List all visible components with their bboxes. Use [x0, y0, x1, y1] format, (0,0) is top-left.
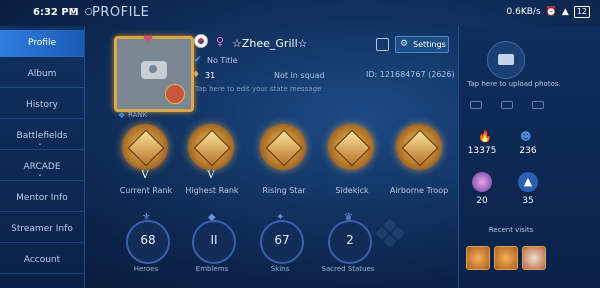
photo-slot[interactable] — [532, 101, 544, 109]
chevron-down-icon: ⌄ — [37, 139, 43, 147]
sidebar-item-album[interactable]: Album — [0, 61, 84, 88]
battery-icon: 12 — [573, 6, 590, 18]
rank-icon: ❖ — [118, 111, 126, 120]
sidebar-item-account[interactable]: Account — [0, 247, 84, 274]
sidebar-item-profile[interactable]: Profile — [0, 30, 84, 57]
gem-count: 31 — [205, 71, 216, 80]
airborne-troop-badge[interactable] — [390, 122, 450, 180]
flame-icon: 🔥 — [478, 130, 492, 143]
sacred-statues-stat[interactable]: 2 — [328, 220, 372, 264]
camera-icon — [141, 61, 167, 79]
highest-rank-badge[interactable]: V — [182, 122, 242, 181]
mini-hero-avatar — [165, 84, 185, 104]
sidekick-badge[interactable] — [322, 122, 382, 180]
gem-icon: ♦ — [192, 70, 201, 80]
visitor-avatar[interactable] — [522, 246, 546, 270]
emblem-watermark-icon: ❖ — [372, 212, 408, 258]
female-gender-icon: ♀ — [216, 35, 225, 48]
recent-visits-label: Recent visits — [488, 226, 534, 234]
copy-id-icon[interactable] — [376, 38, 389, 51]
username: ☆Zhee_Grill☆ — [232, 37, 308, 50]
popularity-count: 13375 — [467, 146, 497, 156]
hero-count: 20 — [476, 196, 488, 206]
screen-title: PROFILE — [92, 5, 150, 20]
upload-photos-text[interactable]: Tap here to upload photos. — [466, 80, 562, 89]
visitor-avatar[interactable] — [466, 246, 490, 270]
sidebar-item-arcade[interactable]: ARCADE ⌄ — [0, 154, 84, 181]
status-right: 0.6KB/s ⏰ ▲ 12 — [507, 6, 590, 18]
network-speed: 0.6KB/s — [506, 7, 541, 17]
heroes-stat[interactable]: 68 — [126, 220, 170, 264]
alarm-icon: ⏰ — [545, 7, 557, 17]
upload-photo-button[interactable] — [487, 41, 525, 79]
friends-count: 236 — [519, 146, 537, 156]
rank-label: RANK — [128, 111, 148, 119]
thumbs-up-icon: ▲ — [518, 172, 538, 192]
state-message-hint[interactable]: Tap here to edit your state message — [195, 85, 321, 93]
photo-slot[interactable] — [501, 101, 513, 109]
player-id: ID: 121684767 (2626) — [366, 70, 455, 79]
sidebar-item-history[interactable]: History — [0, 92, 84, 119]
photo-slot[interactable] — [470, 101, 482, 109]
settings-button[interactable]: ⚙ Settings — [395, 36, 449, 53]
current-rank-badge[interactable]: V — [116, 122, 176, 181]
badge-label: Airborne Troop — [389, 186, 449, 195]
rising-star-badge[interactable] — [254, 122, 314, 180]
emblems-stat[interactable]: II — [192, 220, 236, 264]
country-flag-icon — [194, 34, 208, 48]
stat-label: Sacred Statues — [321, 265, 375, 273]
title-badge-icon: ✔ — [194, 55, 202, 65]
chevron-down-icon: ⌄ — [37, 170, 43, 178]
badge-label: Highest Rank — [185, 186, 239, 195]
sidebar: Profile Album History Battlefields ⌄ ARCA… — [0, 26, 85, 288]
status-bar: 6:32 PM ○ ○ PROFILE 0.6KB/s ⏰ ▲ 12 — [0, 0, 600, 26]
skins-stat[interactable]: 67 — [260, 220, 304, 264]
visitor-avatar[interactable] — [494, 246, 518, 270]
heart-icon: ❤ — [143, 32, 154, 46]
signal-icon: ▲ — [561, 7, 569, 17]
status-icons: ○ ○ — [70, 7, 95, 17]
likes-count: 35 — [522, 196, 534, 206]
sidebar-item-battlefields[interactable]: Battlefields ⌄ — [0, 123, 84, 150]
camera-icon — [498, 54, 514, 65]
hero-avatar-icon — [472, 172, 492, 192]
squad-status: Not in squad — [274, 71, 325, 80]
sidebar-item-streamer-info[interactable]: Streamer Info — [0, 216, 84, 243]
gear-icon: ⚙ — [400, 39, 409, 49]
friends-icon: ☻ — [520, 130, 532, 143]
sidebar-item-mentor-info[interactable]: Mentor Info — [0, 185, 84, 212]
profile-screen: 6:32 PM ○ ○ PROFILE 0.6KB/s ⏰ ▲ 12 Profi… — [0, 0, 600, 288]
player-title: No Title — [207, 56, 238, 65]
